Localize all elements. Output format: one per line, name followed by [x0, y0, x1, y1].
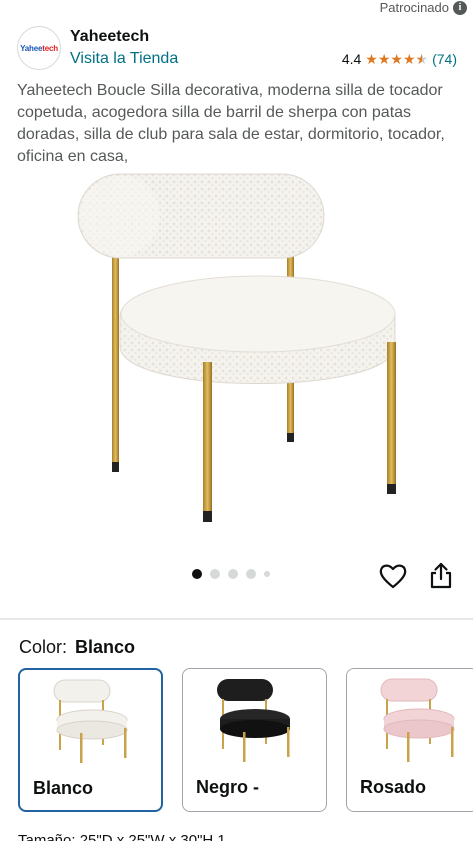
carousel-dot[interactable] [246, 569, 256, 579]
white-chair-thumbnail [53, 679, 128, 763]
star-icon: ★ [365, 51, 378, 67]
product-title: Yaheetech Boucle Silla decorativa, moder… [17, 82, 445, 165]
star-icon: ★ [390, 51, 403, 67]
image-carousel-indicator[interactable] [192, 569, 270, 579]
product-image[interactable] [60, 166, 420, 536]
carousel-dot[interactable] [210, 569, 220, 579]
carousel-dot-active[interactable] [192, 569, 202, 579]
logo-text-b: tech [42, 43, 58, 53]
review-count[interactable]: (74) [432, 51, 457, 67]
share-icon [430, 562, 452, 589]
black-chair-thumbnail [217, 679, 290, 762]
section-divider [0, 618, 473, 620]
carousel-dot[interactable] [264, 571, 270, 577]
sponsored-label[interactable]: Patrocinado i [380, 0, 467, 15]
color-label: Color: [19, 637, 68, 657]
rating-value: 4.4 [341, 51, 362, 67]
star-rating: ★ ★ ★ ★ ★ [365, 52, 428, 66]
size-row-partial: Tamaño: 25"D x 25"W x 30"H 1 [18, 832, 226, 841]
brand-name[interactable]: Yaheetech [70, 28, 149, 46]
sponsored-text: Patrocinado [379, 0, 449, 15]
pink-chair-thumbnail [380, 678, 455, 762]
visit-store-link[interactable]: Visita la Tienda [70, 50, 178, 68]
star-icon: ★ [402, 51, 416, 67]
share-button[interactable] [430, 562, 452, 590]
swatch-label: Negro - [196, 777, 259, 797]
color-selector-heading: Color: Blanco [19, 637, 135, 658]
rating-summary[interactable]: 4.4 ★ ★ ★ ★ ★ (74) [342, 51, 457, 67]
swatch-label: Blanco [33, 778, 94, 798]
info-icon[interactable]: i [453, 0, 467, 15]
brand-logo[interactable]: Yahee tech [17, 26, 61, 70]
selected-color-value: Blanco [75, 637, 136, 657]
logo-text-a: Yahee [20, 43, 43, 53]
color-swatch-rosado[interactable]: Rosado [346, 668, 473, 812]
heart-icon [379, 564, 407, 589]
wishlist-button[interactable] [379, 563, 407, 589]
color-swatch-blanco[interactable]: Blanco [18, 668, 163, 812]
white-boucle-chair-image [77, 173, 396, 522]
color-swatch-list: Blanco Negro - Rosado [18, 668, 473, 812]
brand-row: Yahee tech Yaheetech Visita la Tienda 4.4… [17, 26, 457, 72]
swatch-label: Rosado [360, 777, 427, 797]
star-icon: ★ [377, 51, 391, 67]
color-swatch-negro[interactable]: Negro - [182, 668, 327, 812]
half-star-icon: ★ [415, 51, 429, 67]
carousel-dot[interactable] [228, 569, 238, 579]
